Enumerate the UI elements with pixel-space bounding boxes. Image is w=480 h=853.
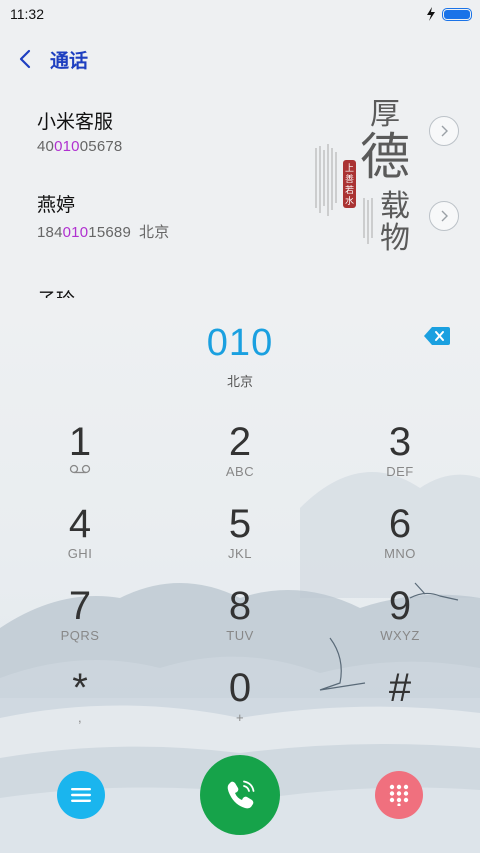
battery-icon bbox=[442, 7, 472, 21]
status-time: 11:32 bbox=[10, 6, 44, 22]
voicemail-icon bbox=[69, 464, 91, 474]
phone-icon bbox=[227, 780, 255, 809]
back-button[interactable] bbox=[0, 36, 50, 82]
dialed-number: 010 bbox=[206, 322, 274, 364]
key-digit: 5 bbox=[228, 502, 252, 546]
key-letters: + bbox=[235, 710, 245, 725]
key-4[interactable]: 4 GHI bbox=[20, 502, 140, 578]
contact-results-list: 厚 德 载 物 上善 若水 小米客服 4001005678 燕婷 1840101… bbox=[0, 88, 480, 298]
key-digit: 6 bbox=[388, 502, 412, 546]
dialpad-area: 010 北京 1 2 ABC 3 DEF 4 GHI 5 JKL 6 MNO 7… bbox=[0, 298, 480, 853]
key-digit: 1 bbox=[68, 420, 92, 464]
result-row[interactable]: 小米客服 4001005678 bbox=[0, 88, 480, 173]
key-6[interactable]: 6 MNO bbox=[340, 502, 460, 578]
number-location: 北京 bbox=[226, 374, 253, 389]
key-letters: WXYZ bbox=[380, 628, 420, 643]
status-bar: 11:32 bbox=[0, 0, 480, 28]
contact-number: 18401015689 北京 bbox=[37, 223, 170, 241]
key-letters: , bbox=[77, 710, 83, 725]
key-3[interactable]: 3 DEF bbox=[340, 420, 460, 496]
contact-detail-button[interactable] bbox=[429, 115, 459, 146]
key-digit: * bbox=[72, 666, 88, 710]
contact-name: 小米客服 bbox=[37, 111, 114, 133]
backspace-icon[interactable] bbox=[424, 327, 450, 345]
key-1[interactable]: 1 bbox=[20, 420, 140, 496]
chevron-right-icon bbox=[441, 210, 448, 221]
key-9[interactable]: 9 WXYZ bbox=[340, 584, 460, 660]
key-star[interactable]: * , bbox=[20, 666, 140, 742]
contact-number: 4001005678 bbox=[37, 137, 123, 155]
contact-name: 燕婷 bbox=[37, 194, 76, 216]
key-digit: # bbox=[388, 666, 412, 710]
key-0[interactable]: 0 + bbox=[180, 666, 300, 742]
result-row[interactable]: 燕婷 18401015689 北京 bbox=[0, 173, 480, 258]
dialpad-icon bbox=[389, 784, 409, 806]
key-letters: DEF bbox=[386, 464, 414, 479]
key-letters: TUV bbox=[226, 628, 254, 643]
key-hash[interactable]: # bbox=[340, 666, 460, 742]
key-letters: JKL bbox=[228, 546, 252, 561]
result-row[interactable]: 子玲 bbox=[0, 258, 480, 298]
key-letters: PQRS bbox=[60, 628, 100, 643]
key-digit: 0 bbox=[228, 666, 252, 710]
key-digit: 3 bbox=[388, 420, 412, 464]
key-8[interactable]: 8 TUV bbox=[180, 584, 300, 660]
key-7[interactable]: 7 PQRS bbox=[20, 584, 140, 660]
key-letters: MNO bbox=[384, 546, 416, 561]
key-digit: 7 bbox=[68, 584, 92, 628]
contact-name: 子玲 bbox=[37, 285, 480, 298]
key-digit: 2 bbox=[228, 420, 252, 464]
key-2[interactable]: 2 ABC bbox=[180, 420, 300, 496]
contact-detail-button[interactable] bbox=[429, 200, 459, 231]
menu-icon bbox=[71, 788, 91, 802]
key-digit: 9 bbox=[388, 584, 412, 628]
page-title: 通话 bbox=[50, 50, 89, 72]
contact-location: 北京 bbox=[139, 223, 170, 241]
key-letters: GHI bbox=[67, 546, 93, 561]
header: 通话 bbox=[0, 36, 480, 82]
key-digit: 4 bbox=[68, 502, 92, 546]
bolt-icon bbox=[427, 7, 435, 21]
key-5[interactable]: 5 JKL bbox=[180, 502, 300, 578]
menu-button[interactable] bbox=[57, 771, 105, 819]
call-button[interactable] bbox=[200, 755, 280, 835]
chevron-left-icon bbox=[19, 49, 31, 69]
dialpad-toggle-button[interactable] bbox=[375, 771, 423, 819]
status-icons bbox=[426, 7, 472, 21]
key-digit: 8 bbox=[228, 584, 252, 628]
key-letters: ABC bbox=[225, 464, 255, 479]
chevron-right-icon bbox=[441, 125, 448, 136]
